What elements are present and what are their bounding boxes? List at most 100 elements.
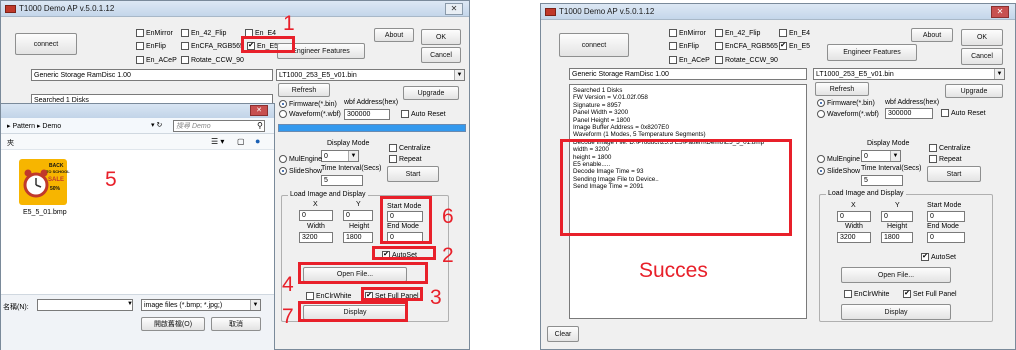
en-flip-checkbox[interactable]: EnFlip <box>136 42 166 50</box>
cancel-button[interactable]: Cancel <box>961 48 1003 65</box>
about-button[interactable]: About <box>911 28 953 42</box>
connect-button[interactable]: connect <box>15 33 77 55</box>
search-input[interactable]: 搜尋 Demo <box>173 120 265 132</box>
firmware-radio[interactable]: Firmware(*.bin) <box>279 100 337 108</box>
multiengine-radio[interactable]: MulEngine <box>279 155 322 163</box>
x-input[interactable]: 0 <box>837 211 871 222</box>
y-input[interactable]: 0 <box>343 210 373 221</box>
time-interval-input[interactable]: 5 <box>861 175 903 186</box>
open-file-button[interactable]: Open File... <box>841 267 951 283</box>
en-acep-checkbox[interactable]: En_ACeP <box>669 56 710 64</box>
thumb-text-sale: SALE <box>48 177 65 183</box>
time-interval-input[interactable]: 5 <box>321 175 363 186</box>
wbf-address-input[interactable]: 300000 <box>344 109 390 120</box>
close-icon[interactable]: ✕ <box>445 3 463 15</box>
height-label: Height <box>349 223 370 230</box>
connect-button[interactable]: connect <box>559 33 629 57</box>
step-4-label: 4 <box>282 273 294 296</box>
storage-field: Generic Storage RamDisc 1.00 <box>569 68 807 80</box>
rotate-ccw-90-checkbox[interactable]: Rotate_CCW_90 <box>715 56 778 64</box>
en-acep-checkbox[interactable]: En_ACeP <box>136 56 177 64</box>
height-input[interactable]: 1800 <box>343 232 373 243</box>
start-mode-input[interactable]: 0 <box>927 211 965 222</box>
en-flip-checkbox[interactable]: EnFlip <box>669 42 699 50</box>
set-full-panel-checkbox[interactable]: ✔ Set Full Panel <box>903 290 957 298</box>
en-mirror-checkbox[interactable]: EnMirror <box>669 29 706 37</box>
folder-back-icon[interactable]: ▾ ↻ <box>151 121 162 129</box>
time-interval-label: Time Interval(Secs) <box>861 165 922 172</box>
autoset-checkbox[interactable]: ✔ AutoSet <box>921 253 956 261</box>
search-icon[interactable]: ⚲ <box>257 121 263 130</box>
repeat-checkbox[interactable]: Repeat <box>929 155 962 163</box>
en-clr-white-checkbox[interactable]: EnClrWhite <box>306 292 351 300</box>
centralize-checkbox[interactable]: Centralize <box>389 144 431 152</box>
upgrade-button[interactable]: Upgrade <box>403 86 459 100</box>
en-e4-checkbox[interactable]: En_E4 <box>779 29 810 37</box>
display-button[interactable]: Display <box>841 304 951 320</box>
dialog-open-button[interactable]: 開啟舊檔(O) <box>141 317 205 331</box>
auto-reset-checkbox[interactable]: Auto Reset <box>401 110 446 118</box>
y-input[interactable]: 0 <box>881 211 913 222</box>
wbf-address-input[interactable]: 300000 <box>885 108 933 119</box>
display-mode-label: Display Mode <box>867 140 910 147</box>
log-line: Searched 1 Disks <box>573 87 623 94</box>
ok-button[interactable]: OK <box>421 29 461 45</box>
dialog-cancel-button[interactable]: 取消 <box>211 317 261 331</box>
file-item[interactable]: BACK TO SCHOOL SALE 50% E5_5_01.bmp <box>17 159 71 235</box>
multiengine-radio[interactable]: MulEngine <box>817 155 860 163</box>
bin-file-combo[interactable]: LT1000_253_E5_v01.bin ▼ <box>813 68 1005 80</box>
close-icon[interactable]: ✕ <box>250 105 268 116</box>
log-line: Image Buffer Address = 0x8207E0 <box>573 124 669 132</box>
cancel-button[interactable]: Cancel <box>421 47 461 63</box>
filename-label: 名稱(N): <box>3 304 29 311</box>
file-type-filter[interactable]: image files (*.bmp; *.jpg;) ▼ <box>141 299 261 311</box>
centralize-checkbox[interactable]: Centralize <box>929 144 971 152</box>
waveform-radio[interactable]: Waveform(*.wbf) <box>817 110 879 118</box>
breadcrumb[interactable]: ▸ Pattern ▸ Demo <box>7 122 61 130</box>
view-icon[interactable]: ☰ ▾ <box>211 137 224 146</box>
engineer-features-button[interactable]: Engineer Features <box>827 44 917 61</box>
en-mirror-checkbox[interactable]: EnMirror <box>136 29 173 37</box>
display-mode-combo[interactable]: 0 ▼ <box>861 150 901 162</box>
sidebar-folder-label: 夾 <box>7 140 14 147</box>
slideshow-radio[interactable]: SlideShow <box>279 167 322 175</box>
width-label: Width <box>845 223 863 230</box>
start-button[interactable]: Start <box>927 166 981 182</box>
highlight-autoset <box>372 246 436 260</box>
step-6-label: 6 <box>442 205 454 228</box>
firmware-radio[interactable]: Firmware(*.bin) <box>817 99 875 107</box>
x-input[interactable]: 0 <box>299 210 333 221</box>
en-cfa-rgb565-checkbox[interactable]: EnCFA_RGB565 <box>715 42 778 50</box>
filename-input[interactable] <box>37 299 133 311</box>
start-button[interactable]: Start <box>387 166 439 182</box>
display-mode-combo[interactable]: 0 ▼ <box>321 150 359 162</box>
refresh-button[interactable]: Refresh <box>278 83 330 97</box>
about-button[interactable]: About <box>374 28 414 42</box>
bin-file-combo[interactable]: LT1000_253_E5_v01.bin ▼ <box>276 69 465 81</box>
en-e5-checkbox[interactable]: ✔ En_E5 <box>779 42 810 50</box>
dropdown-arrow-icon[interactable]: ▼ <box>127 301 133 307</box>
close-icon[interactable]: ✕ <box>991 6 1009 18</box>
clear-button[interactable]: Clear <box>547 326 579 342</box>
upgrade-button[interactable]: Upgrade <box>945 84 1003 98</box>
rotate-ccw-90-checkbox[interactable]: Rotate_CCW_90 <box>181 56 244 64</box>
width-input[interactable]: 3200 <box>837 232 871 243</box>
en-42-flip-checkbox[interactable]: En_42_Flip <box>715 29 760 37</box>
end-mode-input[interactable]: 0 <box>927 232 965 243</box>
en-42-flip-checkbox[interactable]: En_42_Flip <box>181 29 226 37</box>
en-cfa-rgb565-checkbox[interactable]: EnCFA_RGB565 <box>181 42 244 50</box>
step-1-label: 1 <box>283 12 295 35</box>
repeat-checkbox[interactable]: Repeat <box>389 155 422 163</box>
log-line: Panel Height = 1800 <box>573 116 631 124</box>
auto-reset-checkbox[interactable]: Auto Reset <box>941 109 986 117</box>
pane-icon[interactable]: ▢ <box>237 137 245 146</box>
width-input[interactable]: 3200 <box>299 232 333 243</box>
en-clr-white-checkbox[interactable]: EnClrWhite <box>844 290 889 298</box>
waveform-radio[interactable]: Waveform(*.wbf) <box>279 110 341 118</box>
ok-button[interactable]: OK <box>961 29 1003 46</box>
refresh-button[interactable]: Refresh <box>815 82 869 96</box>
slideshow-radio[interactable]: SlideShow <box>817 167 860 175</box>
x-label: X <box>851 202 856 209</box>
help-icon[interactable]: ● <box>255 136 260 146</box>
height-input[interactable]: 1800 <box>881 232 913 243</box>
